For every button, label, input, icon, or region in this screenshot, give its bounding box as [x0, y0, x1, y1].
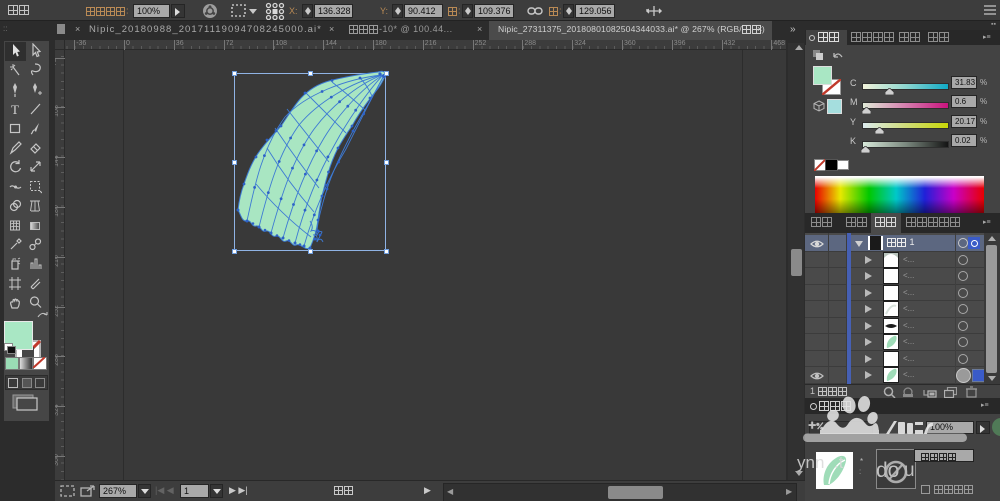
svg-text:T: T	[11, 102, 19, 117]
